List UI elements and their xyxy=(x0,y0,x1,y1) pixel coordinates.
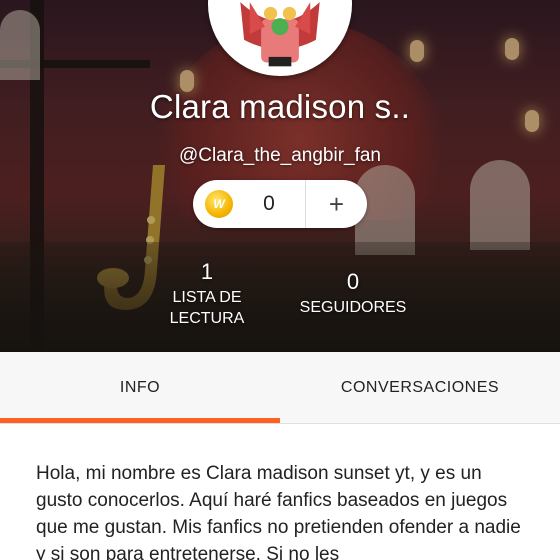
coin-count: 0 xyxy=(263,192,275,215)
profile-header: Clara madison s.. @Clara_the_angbir_fan … xyxy=(0,0,560,352)
about-section: Hola, mi nombre es Clara madison sunset … xyxy=(36,460,530,560)
tab-info[interactable]: INFO xyxy=(0,352,280,423)
tab-info-label: INFO xyxy=(119,378,161,396)
followers-label: SEGUIDORES xyxy=(299,299,407,316)
add-coins-button[interactable]: + xyxy=(306,180,367,228)
coin-icon-letter: W xyxy=(213,197,225,211)
tab-conversations[interactable]: CONVERSACIONES xyxy=(280,352,560,423)
reading-lists-count: 1 xyxy=(200,259,214,284)
reading-lists-stat[interactable]: 1 LISTA DE LECTURA xyxy=(147,259,267,329)
coins-widget: W 0 + xyxy=(193,180,367,228)
followers-stat[interactable]: 0 SEGUIDORES xyxy=(293,269,413,318)
followers-count: 0 xyxy=(346,269,360,294)
tab-conversations-label: CONVERSACIONES xyxy=(340,378,500,396)
reading-lists-label-line1: LISTA DE xyxy=(172,289,242,306)
profile-username: @Clara_the_angbir_fan xyxy=(178,145,382,166)
profile-display-name: Clara madison s.. xyxy=(149,88,411,125)
profile-tabs: INFO CONVERSACIONES xyxy=(0,352,560,424)
profile-bio: Hola, mi nombre es Clara madison sunset … xyxy=(36,463,521,560)
coin-icon: W xyxy=(205,190,233,218)
reading-lists-label-line2: LECTURA xyxy=(169,310,245,327)
